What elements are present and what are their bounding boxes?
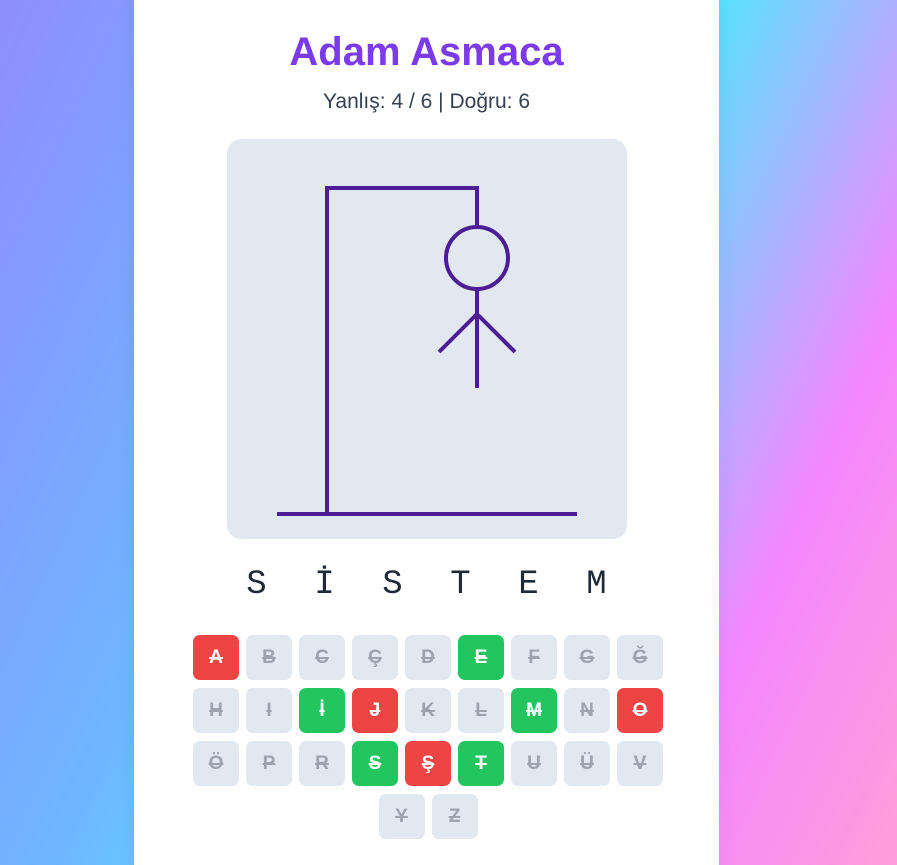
word-display: SİSTEM — [134, 566, 719, 604]
page-title: Adam Asmaca — [289, 30, 564, 74]
key-a[interactable]: A — [193, 635, 239, 680]
key-k[interactable]: K — [405, 688, 451, 733]
word-letter: S — [382, 566, 403, 604]
hangman-drawing — [277, 186, 577, 516]
key-b[interactable]: B — [246, 635, 292, 680]
score-status: Yanlış: 4 / 6 | Doğru: 6 — [134, 90, 719, 114]
key-n[interactable]: N — [564, 688, 610, 733]
key-z[interactable]: Z — [431, 794, 478, 839]
key-y[interactable]: Y — [378, 794, 425, 839]
key-ş[interactable]: Ş — [405, 741, 451, 786]
key-r[interactable]: R — [299, 741, 345, 786]
key-p[interactable]: P — [246, 741, 292, 786]
status-separator: | — [438, 90, 444, 113]
key-d[interactable]: D — [405, 635, 451, 680]
letter-keyboard: ABCÇDEFGĞ HIİJKLMNO ÖPRSŞTUÜV YZ — [189, 635, 667, 839]
correct-count: 6 — [518, 90, 531, 113]
hangman-right-arm — [475, 312, 517, 354]
word-letter: M — [586, 566, 607, 604]
key-s[interactable]: S — [352, 741, 398, 786]
key-m[interactable]: M — [511, 688, 557, 733]
word-letter: S — [246, 566, 267, 604]
key-ç[interactable]: Ç — [352, 635, 398, 680]
key-v[interactable]: V — [617, 741, 663, 786]
hangman-drawing-area — [227, 139, 627, 539]
correct-label: Doğru: — [449, 90, 513, 113]
word-letter: T — [450, 566, 471, 604]
key-ö[interactable]: Ö — [193, 741, 239, 786]
key-h[interactable]: H — [193, 688, 239, 733]
hangman-head — [444, 225, 510, 291]
key-i[interactable]: I — [246, 688, 292, 733]
key-u[interactable]: U — [511, 741, 557, 786]
key-g[interactable]: G — [564, 635, 610, 680]
key-t[interactable]: T — [458, 741, 504, 786]
key-e[interactable]: E — [458, 635, 504, 680]
key-f[interactable]: F — [511, 635, 557, 680]
key-ü[interactable]: Ü — [564, 741, 610, 786]
word-letter: İ — [314, 566, 335, 604]
key-ğ[interactable]: Ğ — [617, 635, 663, 680]
key-c[interactable]: C — [299, 635, 345, 680]
hangman-left-arm — [437, 312, 479, 354]
key-o[interactable]: O — [617, 688, 663, 733]
key-l[interactable]: L — [458, 688, 504, 733]
key-j[interactable]: J — [352, 688, 398, 733]
game-card: Adam Asmaca Yanlış: 4 / 6 | Doğru: 6 SİS… — [134, 0, 719, 865]
key-i̇[interactable]: İ — [299, 688, 345, 733]
wrong-count: 4 / 6 — [391, 90, 433, 113]
word-letter: E — [518, 566, 539, 604]
wrong-label: Yanlış: — [322, 90, 386, 113]
